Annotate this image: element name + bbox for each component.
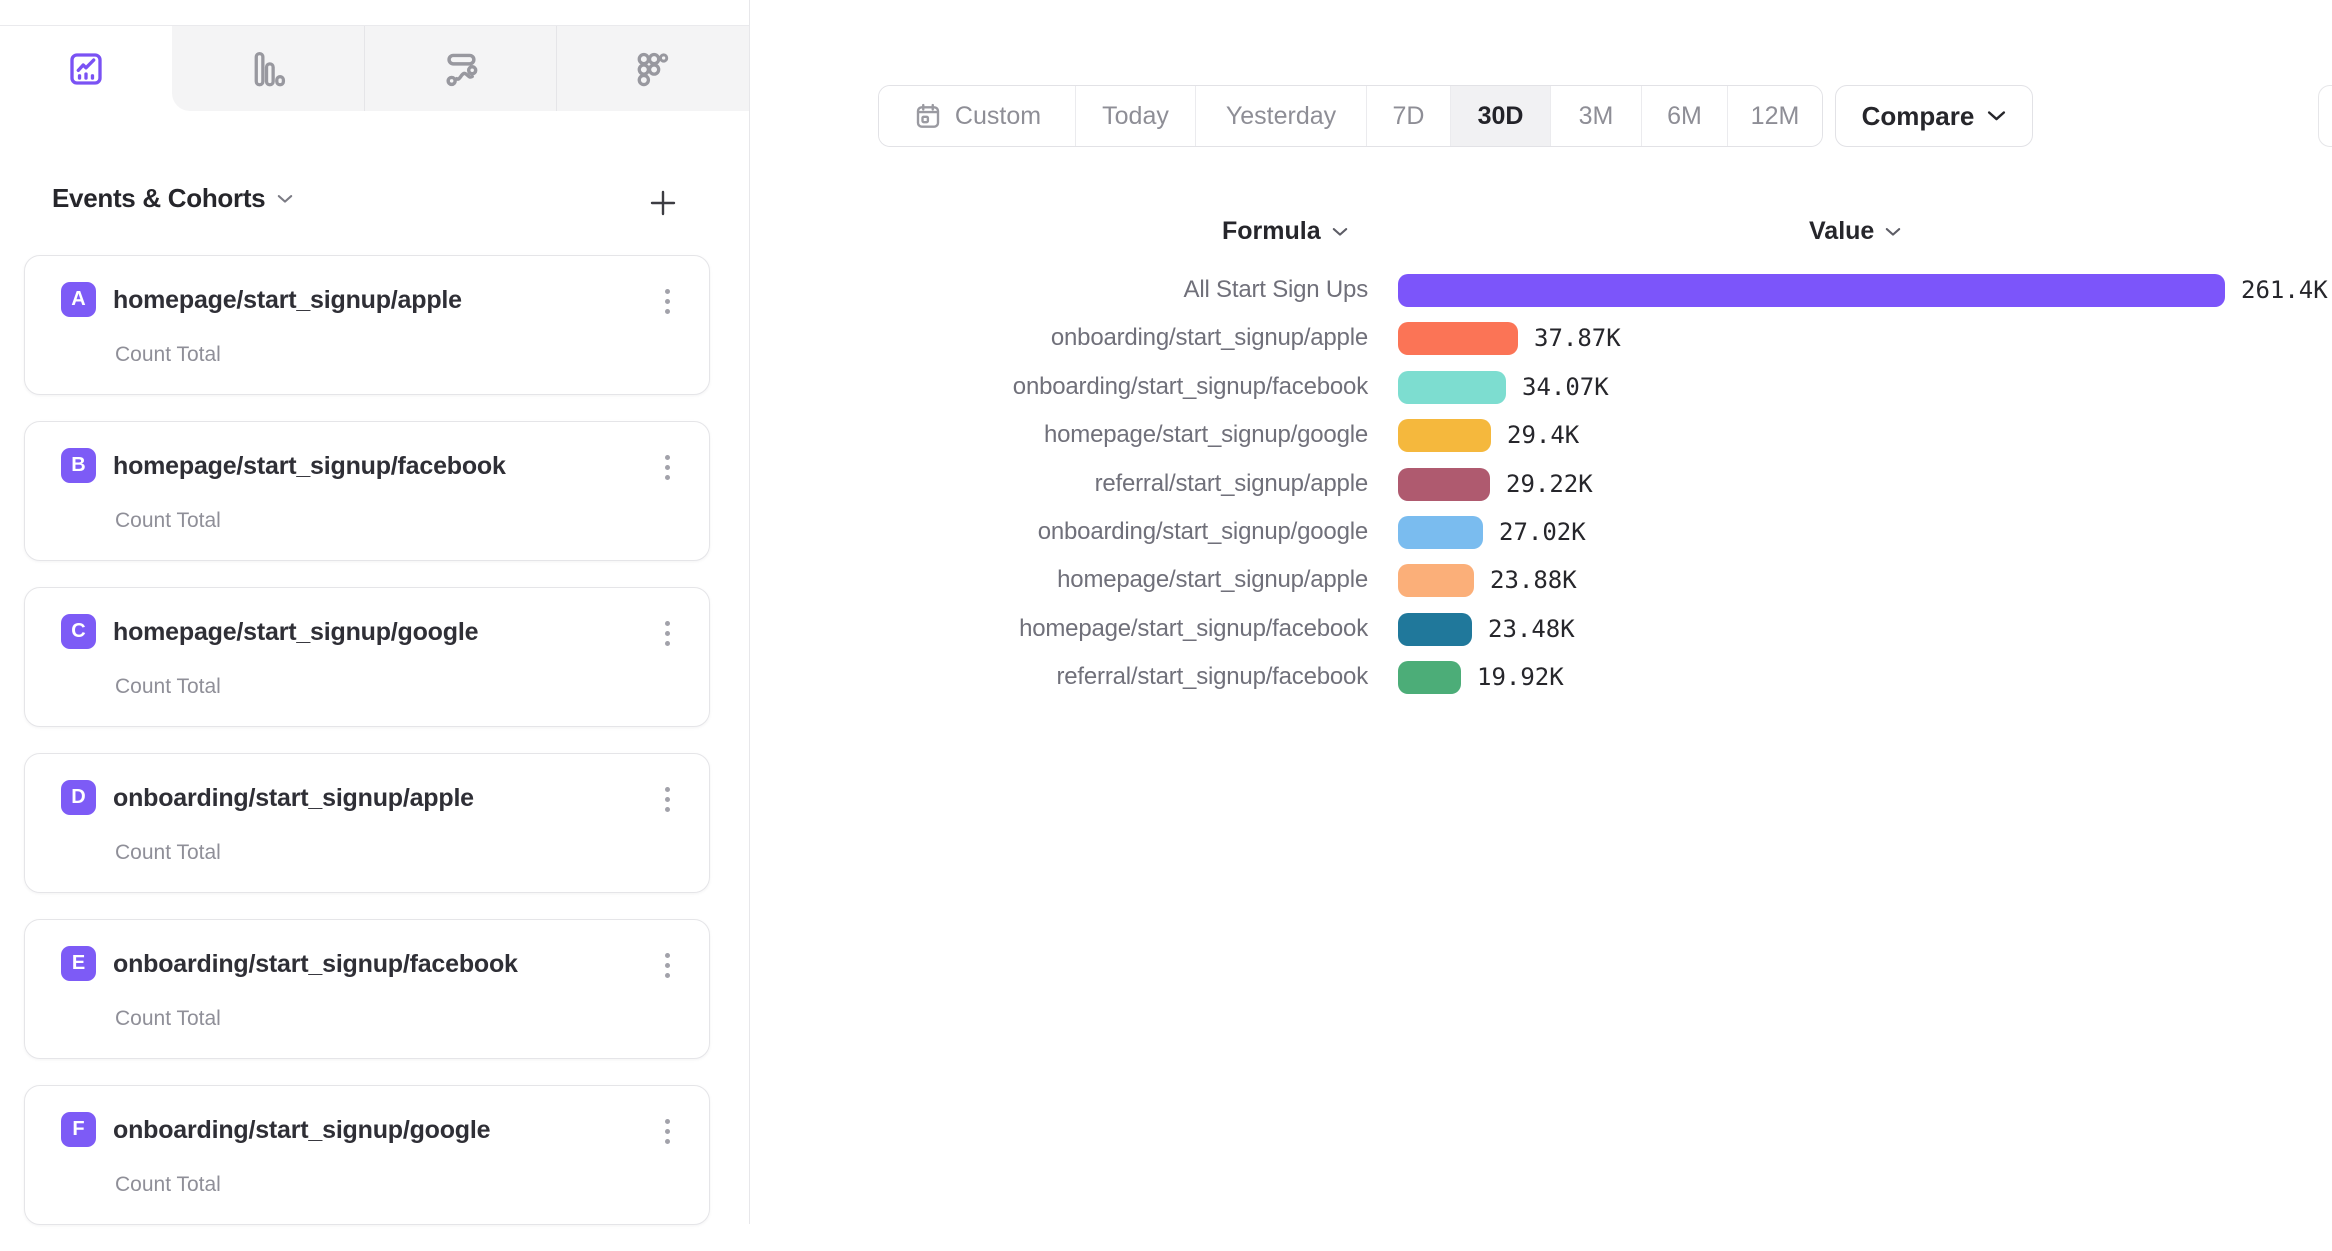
chart-row: homepage/start_signup/google 29.4K [0,411,2332,459]
chart-bar[interactable] [1398,322,1518,355]
chart-bar[interactable] [1398,468,1490,501]
chart-bar-value: 23.88K [1490,556,1577,605]
chevron-down-icon [1332,227,1348,237]
chart-bar[interactable] [1398,516,1483,549]
chart-row: onboarding/start_signup/google 27.02K [0,508,2332,556]
chart-row-label: All Start Sign Ups [560,266,1368,314]
date-range-label: 6M [1667,102,1702,131]
date-range-today[interactable]: Today [1075,86,1195,146]
inactive-tabs-group [172,26,749,111]
chart-bar[interactable] [1398,661,1461,694]
add-event-button[interactable] [640,180,686,226]
chart-row: homepage/start_signup/facebook 23.48K [0,605,2332,653]
chart-bar[interactable] [1398,274,2225,307]
date-range-6m[interactable]: 6M [1641,86,1727,146]
chart-bar-value: 37.87K [1534,314,1621,363]
report-type-tabs [0,26,749,111]
chart-row: onboarding/start_signup/apple 37.87K [0,314,2332,362]
chart-row: All Start Sign Ups 261.4K [0,266,2332,314]
chart-row-label: referral/start_signup/facebook [560,653,1368,701]
date-range-label: Yesterday [1226,102,1336,131]
event-card[interactable]: F onboarding/start_signup/google Count T… [24,1085,710,1225]
chart-bar[interactable] [1398,419,1491,452]
event-metric-count-total[interactable]: Count Total [115,1173,221,1197]
chart-bar[interactable] [1398,371,1506,404]
chart-row: referral/start_signup/apple 29.22K [0,460,2332,508]
event-name: onboarding/start_signup/google [113,1116,490,1145]
tab-insights[interactable] [0,26,172,111]
event-letter-badge: E [61,946,96,981]
section-title: Events & Cohorts [52,183,265,214]
plus-icon [648,188,678,218]
formula-header-label: Formula [1222,217,1321,246]
compare-label: Compare [1862,101,1975,132]
chart-row-label: homepage/start_signup/facebook [560,605,1368,653]
chart-row-label: onboarding/start_signup/google [560,508,1368,556]
chart-row-label: onboarding/start_signup/facebook [560,363,1368,411]
tab-bar-report[interactable] [172,26,364,111]
chevron-down-icon [277,194,293,204]
value-column-header[interactable]: Value [1809,217,1901,246]
event-letter-badge: D [61,780,96,815]
chart-row-label: homepage/start_signup/apple [560,556,1368,604]
compare-button[interactable]: Compare [1835,85,2033,147]
bar-chart-icon [246,47,290,91]
event-metric-count-total[interactable]: Count Total [115,1007,221,1031]
tab-flows-report[interactable] [364,26,557,111]
event-letter-badge: F [61,1112,96,1147]
chart-row-label: onboarding/start_signup/apple [560,314,1368,362]
chart-bar[interactable] [1398,564,1474,597]
date-range-label: 3M [1579,102,1614,131]
date-range-label: 12M [1751,102,1800,131]
event-metric-count-total[interactable]: Count Total [115,841,221,865]
chart-bar[interactable] [1398,613,1472,646]
formula-column-header[interactable]: Formula [1222,217,1348,246]
chart-row-label: referral/start_signup/apple [560,460,1368,508]
tab-retention-report[interactable] [556,26,749,111]
sidebar-top-strip [0,0,749,26]
flows-icon [439,47,483,91]
chart-bar-value: 29.4K [1507,411,1579,460]
kebab-menu-icon[interactable] [663,1117,672,1146]
chart-bar-value: 29.22K [1506,460,1593,509]
date-range-12m[interactable]: 12M [1727,86,1822,146]
chart-row: referral/start_signup/facebook 19.92K [0,653,2332,701]
chart-bar-value: 19.92K [1477,653,1564,702]
event-card[interactable]: E onboarding/start_signup/facebook Count… [24,919,710,1059]
date-range-3m[interactable]: 3M [1550,86,1641,146]
date-range-picker: Custom Today Yesterday 7D 30D 3M 6M 12M [878,85,1823,147]
date-range-label: Custom [955,102,1041,131]
date-range-custom[interactable]: Custom [879,86,1075,146]
event-name: onboarding/start_signup/apple [113,784,474,813]
chart-bar-value: 27.02K [1499,508,1586,557]
event-name: onboarding/start_signup/facebook [113,950,518,979]
date-range-30d[interactable]: 30D [1450,86,1550,146]
date-range-yesterday[interactable]: Yesterday [1195,86,1366,146]
line-chart-icon [65,48,107,90]
kebab-menu-icon[interactable] [663,785,672,814]
kebab-menu-icon[interactable] [663,951,672,980]
date-range-label: 30D [1478,102,1524,131]
value-header-label: Value [1809,217,1874,246]
clipped-edge-button[interactable] [2318,85,2332,147]
insights-report-page: Events & Cohorts A homepage/start_signup… [0,0,2332,1224]
chart-row-label: homepage/start_signup/google [560,411,1368,459]
date-range-7d[interactable]: 7D [1366,86,1450,146]
chart-bar-value: 23.48K [1488,605,1575,654]
chart-row: homepage/start_signup/apple 23.88K [0,556,2332,604]
chevron-down-icon [1885,227,1901,237]
chart-bar-value: 261.4K [2241,266,2328,315]
chart-row: onboarding/start_signup/facebook 34.07K [0,363,2332,411]
chevron-down-icon [1987,110,2006,122]
events-cohorts-selector[interactable]: Events & Cohorts [52,183,293,214]
chart-bar-value: 34.07K [1522,363,1609,412]
date-range-label: Today [1102,102,1169,131]
retention-icon [631,47,675,91]
event-card[interactable]: D onboarding/start_signup/apple Count To… [24,753,710,893]
date-range-label: 7D [1393,102,1425,131]
calendar-icon [913,101,943,131]
